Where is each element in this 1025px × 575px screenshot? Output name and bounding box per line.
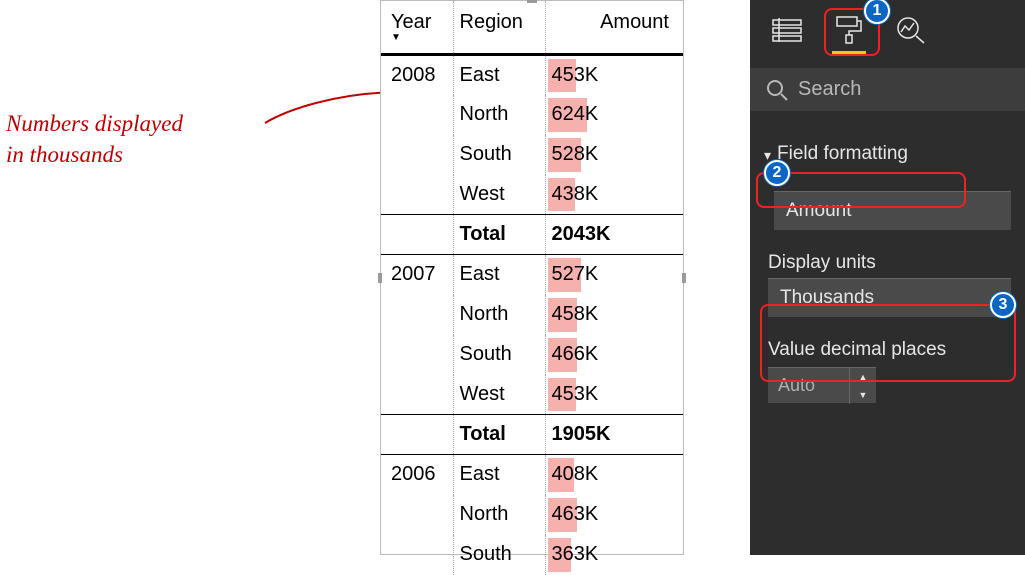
cell-year: 2008 bbox=[381, 55, 453, 95]
display-units-label: Display units bbox=[768, 252, 1011, 274]
cell-year bbox=[381, 375, 453, 415]
total-amount: 2043K bbox=[545, 215, 683, 255]
column-header-region[interactable]: Region bbox=[453, 1, 545, 55]
cell-year bbox=[381, 335, 453, 375]
table-row[interactable]: South466K bbox=[381, 335, 683, 375]
cell-amount: 527K bbox=[545, 255, 683, 295]
total-label: Total bbox=[453, 215, 545, 255]
stepper-up-icon[interactable]: ▲ bbox=[850, 368, 876, 386]
sort-indicator-icon: ▼ bbox=[391, 32, 445, 43]
fields-tab[interactable] bbox=[768, 12, 806, 48]
resize-handle-left[interactable] bbox=[378, 273, 382, 283]
cell-amount: 466K bbox=[545, 335, 683, 375]
total-row: Total2043K bbox=[381, 215, 683, 255]
cell-amount: 438K bbox=[545, 175, 683, 215]
table-row[interactable]: West438K bbox=[381, 175, 683, 215]
cell-region: East bbox=[453, 455, 545, 495]
table-row[interactable]: West453K bbox=[381, 375, 683, 415]
decimal-places-stepper[interactable]: Auto ▲ ▼ bbox=[768, 367, 876, 403]
cell-year bbox=[381, 135, 453, 175]
cell-amount: 458K bbox=[545, 295, 683, 335]
fields-icon bbox=[772, 18, 802, 42]
cell-region: East bbox=[453, 255, 545, 295]
cell-amount: 463K bbox=[545, 495, 683, 535]
cell-region: West bbox=[453, 375, 545, 415]
search-icon bbox=[766, 79, 788, 101]
total-row: Total1905K bbox=[381, 415, 683, 455]
annotation-label: Numbers displayed in thousands bbox=[6, 108, 183, 170]
cell-region: East bbox=[453, 55, 545, 95]
cell-region: South bbox=[453, 135, 545, 175]
cell-year bbox=[381, 495, 453, 535]
table-row[interactable]: 2007East527K bbox=[381, 255, 683, 295]
format-panel: Search ▾ Field formatting Amount Display… bbox=[750, 0, 1025, 555]
search-placeholder: Search bbox=[798, 78, 861, 101]
column-header-amount[interactable]: Amount bbox=[545, 1, 683, 55]
display-units-select[interactable]: Thousands bbox=[768, 278, 1011, 317]
stepper-down-icon[interactable]: ▼ bbox=[850, 386, 876, 404]
cell-year bbox=[381, 295, 453, 335]
data-table: Year ▼ Region Amount 2008East453KNorth62… bbox=[381, 1, 683, 575]
cell-amount: 408K bbox=[545, 455, 683, 495]
cell-year bbox=[381, 95, 453, 135]
callout-badge-2: 2 bbox=[764, 160, 790, 186]
format-tab[interactable] bbox=[830, 12, 868, 48]
table-row[interactable]: North458K bbox=[381, 295, 683, 335]
table-row[interactable]: North624K bbox=[381, 95, 683, 135]
decimal-places-label: Value decimal places bbox=[768, 339, 1011, 361]
resize-handle-top[interactable] bbox=[527, 0, 537, 3]
cell-amount: 453K bbox=[545, 55, 683, 95]
column-header-year[interactable]: Year ▼ bbox=[381, 1, 453, 55]
cell-amount: 624K bbox=[545, 95, 683, 135]
cell-region: West bbox=[453, 175, 545, 215]
search-input[interactable]: Search bbox=[750, 68, 1025, 111]
table-row[interactable]: 2008East453K bbox=[381, 55, 683, 95]
cell-amount: 528K bbox=[545, 135, 683, 175]
cell-region: North bbox=[453, 495, 545, 535]
paint-roller-icon bbox=[835, 15, 863, 45]
field-select[interactable]: Amount bbox=[774, 191, 1011, 230]
callout-badge-3: 3 bbox=[990, 292, 1016, 318]
table-row[interactable]: South528K bbox=[381, 135, 683, 175]
cell-year bbox=[381, 175, 453, 215]
analytics-tab[interactable] bbox=[892, 12, 930, 48]
table-row[interactable]: North463K bbox=[381, 495, 683, 535]
matrix-visual[interactable]: Year ▼ Region Amount 2008East453KNorth62… bbox=[380, 0, 684, 555]
total-amount: 1905K bbox=[545, 415, 683, 455]
cell-year: 2007 bbox=[381, 255, 453, 295]
cell-region: North bbox=[453, 295, 545, 335]
cell-region: North bbox=[453, 95, 545, 135]
analytics-icon bbox=[896, 16, 926, 44]
cell-amount: 453K bbox=[545, 375, 683, 415]
cell-year: 2006 bbox=[381, 455, 453, 495]
total-label: Total bbox=[453, 415, 545, 455]
field-formatting-section[interactable]: ▾ Field formatting bbox=[750, 135, 1025, 173]
cell-region: South bbox=[453, 335, 545, 375]
table-row[interactable]: 2006East408K bbox=[381, 455, 683, 495]
decimal-places-value: Auto bbox=[768, 375, 849, 396]
